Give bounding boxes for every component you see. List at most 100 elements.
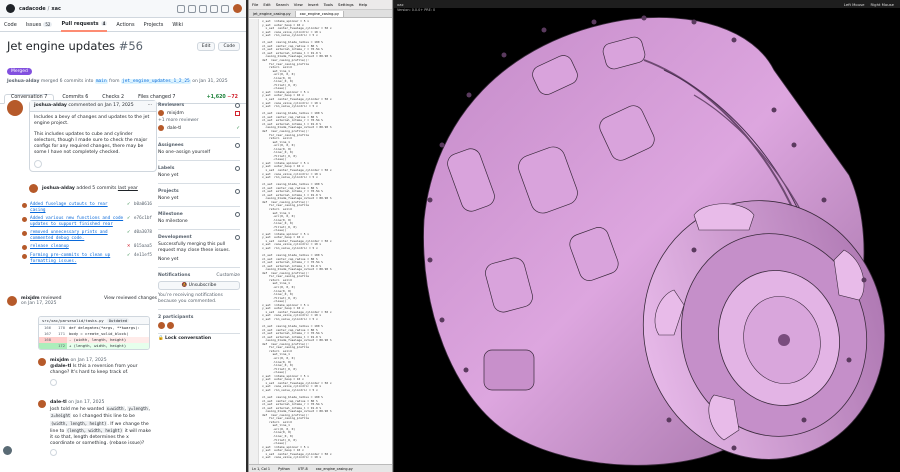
line-number-gutter <box>249 19 259 464</box>
failed-x-icon[interactable]: ✕ <box>127 244 132 249</box>
gear-icon[interactable] <box>235 212 240 217</box>
lock-icon: 🔒 <box>158 336 164 341</box>
commit-message-link[interactable]: Added fuselage cutouts to rear casing <box>30 202 125 213</box>
menu-tools[interactable]: Tools <box>324 2 333 7</box>
avatar <box>158 125 164 131</box>
commit-sha-link[interactable]: e76c1bf <box>134 216 152 221</box>
avatar[interactable] <box>38 400 46 408</box>
commit-item: Forming pre-commits to clean up formatti… <box>22 253 152 264</box>
user-avatar[interactable] <box>233 4 242 13</box>
tab-issues[interactable]: Issues 52 <box>26 18 53 32</box>
avatar[interactable] <box>3 446 12 455</box>
code-button[interactable]: Code <box>218 42 240 51</box>
gear-icon[interactable] <box>235 143 240 148</box>
menu-insert[interactable]: Insert <box>308 2 319 7</box>
menu-search[interactable]: Search <box>276 2 289 7</box>
commit-message-link[interactable]: Added various new functions and code upd… <box>30 216 125 227</box>
commit-message-link[interactable]: removed unnecessary prints and commented… <box>30 230 125 241</box>
org-link[interactable]: cadacode <box>19 6 46 12</box>
repo-link[interactable]: xac <box>51 6 61 12</box>
avatar[interactable] <box>22 245 27 250</box>
avatar[interactable] <box>158 322 165 329</box>
pull-requests-icon[interactable] <box>210 4 218 13</box>
lock-conversation-link[interactable]: 🔒 Lock conversation <box>158 336 240 342</box>
tab-code[interactable]: Code <box>4 18 17 32</box>
avatar[interactable] <box>22 231 27 236</box>
avatar[interactable] <box>7 296 17 306</box>
commit-message-link[interactable]: Forming pre-commits to clean up formatti… <box>30 253 125 264</box>
editor-statusbar: Ln 1, Col 1 Python UTF-8 xac_engine_casing.… <box>249 464 392 472</box>
github-panel: cadacode / xac Code Issues 52 Pull reques… <box>0 0 246 472</box>
comment-author[interactable]: joshua-alday <box>34 103 67 109</box>
menu-edit[interactable]: Edit <box>263 2 270 7</box>
gear-icon[interactable] <box>235 103 240 108</box>
reviewer-item[interactable]: mixjdm <box>158 110 240 116</box>
editor-tab-active[interactable]: xac_engine_casing.py <box>295 11 344 17</box>
gear-icon[interactable] <box>235 166 240 171</box>
tab-projects[interactable]: Projects <box>144 18 164 32</box>
emoji-reaction-icon[interactable] <box>50 449 57 457</box>
unsubscribe-button[interactable]: 🔕 Unsubscribe <box>158 281 240 290</box>
emoji-reaction-icon[interactable] <box>34 160 42 169</box>
viewer-titlebar: xac Left Mouse Right Mouse <box>394 0 900 8</box>
commit-sha-link[interactable]: 015aaa5 <box>134 244 152 249</box>
commit-sha-link[interactable]: d0a3078 <box>134 230 152 235</box>
emoji-reaction-icon[interactable] <box>50 378 57 386</box>
commit-item: release cleanup ✕ 015aaa5 <box>22 244 152 250</box>
diff-file-path[interactable]: src/xac/parsesolid/tasks.py <box>42 318 104 323</box>
avatar[interactable] <box>22 217 27 222</box>
merged-badge: Merged <box>7 68 32 75</box>
diff-line: 172 + (length, width, height) <box>39 343 149 349</box>
menu-file[interactable]: File <box>252 2 258 7</box>
inbox-icon[interactable] <box>221 4 229 13</box>
notifications-section: Notifications Customize 🔕 Unsubscribe You… <box>158 268 240 310</box>
avatar[interactable] <box>7 100 23 116</box>
view-reviewed-changes-link[interactable]: View reviewed changes <box>104 296 157 301</box>
tab-actions[interactable]: Actions <box>116 18 134 32</box>
avatar[interactable] <box>22 203 27 208</box>
code-text: x_set intake_spinner = 5 x y_set outer_h… <box>262 19 332 460</box>
more-options-icon[interactable]: ··· <box>148 103 152 109</box>
avatar[interactable] <box>29 184 38 193</box>
tab-pull-requests[interactable]: Pull requests 4 <box>61 18 108 32</box>
breadcrumb-separator: / <box>47 5 50 12</box>
menu-view[interactable]: View <box>294 2 303 7</box>
comment-paragraph: This includes updates to cube and cylind… <box>34 131 148 156</box>
reviewer-item[interactable]: dale-tl ✓ <box>158 125 240 131</box>
menu-help[interactable]: Help <box>359 2 368 7</box>
review-event: mixjdm reviewed on Jan 17, 2025 View revi… <box>7 296 157 306</box>
cad-viewer-window[interactable]: xac Left Mouse Right Mouse Version: 0.0.… <box>394 0 900 472</box>
customize-link[interactable]: Customize <box>216 273 240 278</box>
search-icon[interactable] <box>177 4 185 13</box>
avatar[interactable] <box>38 358 46 366</box>
tab-wiki[interactable]: Wiki <box>172 18 183 32</box>
commit-message-link[interactable]: release cleanup <box>30 244 125 250</box>
jet-engine-model[interactable] <box>394 0 900 472</box>
passed-check-icon[interactable]: ✓ <box>127 202 132 207</box>
viewer-title: xac <box>397 1 404 7</box>
passed-check-icon[interactable]: ✓ <box>127 230 132 235</box>
commit-sha-link[interactable]: 4e11ef5 <box>134 253 152 258</box>
plus-icon[interactable] <box>188 4 196 13</box>
github-logo-icon[interactable] <box>6 4 15 13</box>
repo-nav: Code Issues 52 Pull requests 4 Actions Pro… <box>0 18 246 32</box>
more-reviewers[interactable]: +1 more reviewer <box>158 118 240 123</box>
editor-tab[interactable]: jet_engine_casing.py <box>249 11 296 17</box>
assign-yourself-link[interactable]: No one–assign yourself <box>158 150 240 156</box>
comment-date[interactable]: on Jan 17, 2025 <box>97 103 133 109</box>
issues-icon[interactable] <box>199 4 207 13</box>
approved-check-icon: ✓ <box>236 125 240 131</box>
edit-button[interactable]: Edit <box>196 42 216 51</box>
commit-sha-link[interactable]: b0a0616 <box>134 202 152 207</box>
commit-item: removed unnecessary prints and commented… <box>22 230 152 241</box>
avatar[interactable] <box>22 254 27 259</box>
viewer-version-label: Version: 0.0.0+ PRE: 0 <box>397 8 436 12</box>
code-area[interactable]: x_set intake_spinner = 5 x y_set outer_h… <box>249 19 392 464</box>
menu-settings[interactable]: Settings <box>338 2 354 7</box>
passed-check-icon[interactable]: ✓ <box>127 216 132 221</box>
avatar[interactable] <box>167 322 174 329</box>
gear-icon[interactable] <box>235 189 240 194</box>
gear-icon[interactable] <box>235 235 240 240</box>
passed-check-icon[interactable]: ✓ <box>127 253 132 258</box>
review-comment: mixjdm on Jan 17, 2025 @dale-tl Is this … <box>38 358 152 386</box>
